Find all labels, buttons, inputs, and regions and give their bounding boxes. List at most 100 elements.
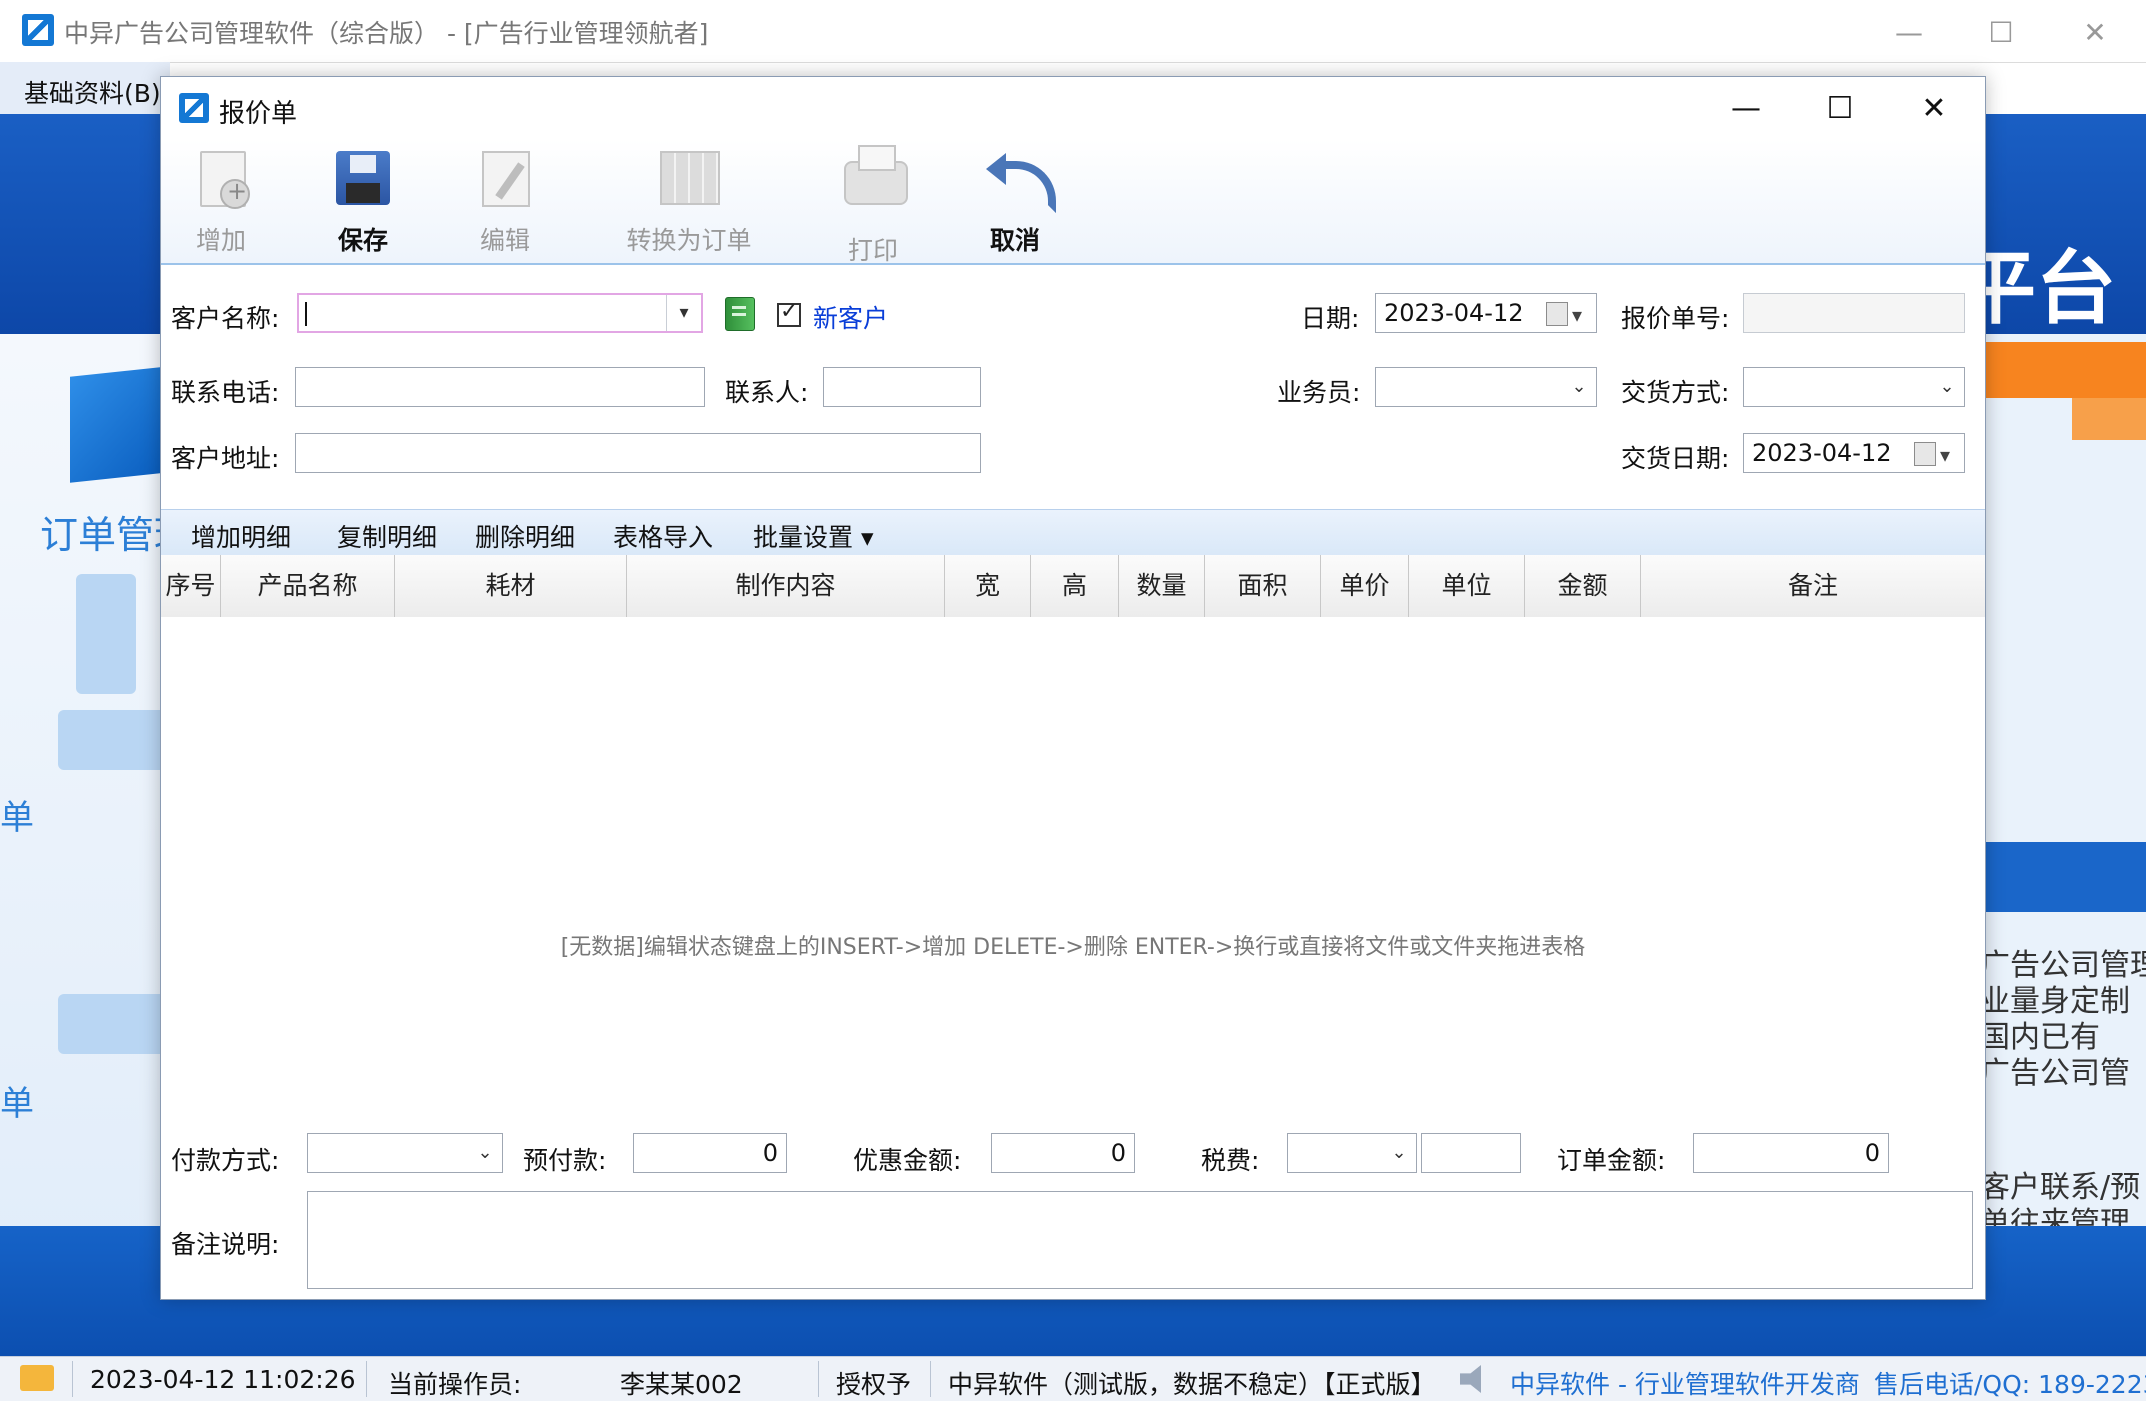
print-button-label: 打印 <box>847 236 898 265</box>
column-header[interactable]: 数量 <box>1119 555 1205 617</box>
print-button[interactable]: 打印 <box>813 145 933 265</box>
quote-number-field <box>1743 293 1965 333</box>
customer-name-combobox[interactable]: ▾ <box>297 293 703 333</box>
discount-field[interactable]: 0 <box>991 1133 1135 1173</box>
phone-label: 联系电话: <box>171 378 280 407</box>
banner-orange-tab <box>2072 398 2146 440</box>
statusbar: 2023-04-12 11:02:26 当前操作员: 李某某002 授权予 中异… <box>0 1356 2146 1401</box>
text-caret <box>305 302 307 326</box>
up-arrow-icon <box>76 574 136 694</box>
side-label: 单 <box>0 798 34 838</box>
column-header[interactable]: 单价 <box>1321 555 1409 617</box>
column-header[interactable]: 产品名称 <box>221 555 395 617</box>
prepay-field[interactable]: 0 <box>633 1133 787 1173</box>
dialog-titlebar: 报价单 — ☐ ✕ <box>161 77 1985 139</box>
menu-basic-data[interactable]: 基础资料(B) <box>24 74 161 110</box>
cancel-button[interactable]: 取消 <box>955 145 1075 259</box>
edit-button[interactable]: 编辑 <box>445 145 565 259</box>
dialog-toolbar: 增加 保存 编辑 转换为订单 打印 取消 <box>161 139 1985 265</box>
column-header[interactable]: 单位 <box>1409 555 1525 617</box>
remark-textarea[interactable] <box>307 1191 1973 1289</box>
delivery-date-label: 交货日期: <box>1621 444 1730 473</box>
right-info-text: 广告公司管 <box>1980 1056 2130 1091</box>
column-header[interactable]: 宽 <box>945 555 1031 617</box>
column-header[interactable]: 制作内容 <box>627 555 945 617</box>
vendor-link[interactable]: 中异软件 - 行业管理软件开发商 <box>1510 1365 1860 1401</box>
cancel-button-label: 取消 <box>989 226 1040 255</box>
column-header[interactable]: 耗材 <box>395 555 627 617</box>
chevron-down-icon[interactable]: ⌄ <box>468 1134 502 1172</box>
chevron-down-icon[interactable]: ⌄ <box>1562 368 1596 406</box>
detail-grid-body[interactable]: [无数据]编辑状态键盘上的INSERT->增加 DELETE->删除 ENTER… <box>161 617 1985 1193</box>
column-header[interactable]: 高 <box>1031 555 1119 617</box>
delivery-date-value: 2023-04-12 <box>1752 439 1892 467</box>
address-label: 客户地址: <box>171 444 280 473</box>
convert-order-icon <box>660 151 720 209</box>
printer-icon <box>844 145 908 219</box>
dialog-minimize-button[interactable]: — <box>1701 83 1791 133</box>
add-button-label: 增加 <box>195 226 246 255</box>
customer-name-label: 客户名称: <box>171 304 280 333</box>
convert-to-order-button[interactable]: 转换为订单 <box>605 145 773 259</box>
remark-label: 备注说明: <box>171 1230 280 1259</box>
customer-book-icon[interactable] <box>725 297 755 331</box>
column-header[interactable]: 序号 <box>161 555 221 617</box>
save-button-label: 保存 <box>337 226 388 255</box>
speaker-icon[interactable] <box>1460 1365 1481 1393</box>
quotation-dialog: 报价单 — ☐ ✕ 增加 保存 编辑 转换为订单 打印 取消 <box>160 76 1986 1300</box>
tax-select[interactable]: ⌄ <box>1287 1133 1417 1173</box>
chevron-down-icon[interactable]: ▾ <box>666 295 701 331</box>
column-header[interactable]: 备注 <box>1641 555 1985 617</box>
copy-detail-button[interactable]: 复制明细 <box>337 518 437 554</box>
status-separator <box>72 1361 73 1397</box>
delivery-method-select[interactable]: ⌄ <box>1743 367 1965 407</box>
save-button[interactable]: 保存 <box>303 145 423 259</box>
date-picker[interactable]: 2023-04-12 <box>1375 293 1597 334</box>
app-logo-icon <box>22 14 54 46</box>
contact-field[interactable] <box>823 367 981 407</box>
edit-button-label: 编辑 <box>479 226 530 255</box>
order-amount-field[interactable]: 0 <box>1693 1133 1889 1173</box>
status-operator-label: 当前操作员: <box>388 1370 522 1399</box>
column-header[interactable]: 金额 <box>1525 555 1641 617</box>
tax-amount-field[interactable] <box>1421 1133 1521 1173</box>
new-customer-checkbox[interactable] <box>777 299 801 327</box>
main-close-button[interactable]: ✕ <box>2050 6 2140 58</box>
calendar-icon[interactable] <box>1546 296 1590 334</box>
phone-field[interactable] <box>295 367 705 407</box>
save-disk-icon <box>334 151 392 209</box>
chevron-down-icon[interactable]: ⌄ <box>1930 368 1964 406</box>
column-header[interactable]: 面积 <box>1205 555 1321 617</box>
dialog-maximize-button[interactable]: ☐ <box>1795 83 1885 133</box>
right-arrow-icon <box>58 994 168 1054</box>
dialog-title: 报价单 <box>219 99 298 129</box>
salesman-select[interactable]: ⌄ <box>1375 367 1597 407</box>
dialog-app-icon <box>179 93 209 123</box>
main-minimize-button[interactable]: — <box>1864 6 1954 58</box>
delivery-date-picker[interactable]: 2023-04-12 <box>1743 433 1965 474</box>
status-license-label: 授权予 <box>836 1370 912 1399</box>
main-window-title: 中异广告公司管理软件（综合版） - [广告行业管理领航者] <box>64 19 709 48</box>
status-separator <box>366 1361 367 1397</box>
prepay-label: 预付款: <box>523 1146 607 1175</box>
address-field[interactable] <box>295 433 981 473</box>
new-customer-label[interactable]: 新客户 <box>813 299 888 335</box>
convert-button-label: 转换为订单 <box>626 226 752 255</box>
delete-detail-button[interactable]: 删除明细 <box>475 518 575 554</box>
payment-method-label: 付款方式: <box>171 1146 280 1175</box>
folder-icon[interactable] <box>20 1365 54 1391</box>
payment-method-select[interactable]: ⌄ <box>307 1133 503 1173</box>
main-maximize-button[interactable]: ☐ <box>1956 6 2046 58</box>
calendar-icon[interactable] <box>1914 436 1958 474</box>
support-contact: 售后电话/QQ: 189-2223 <box>1874 1370 2146 1399</box>
batch-settings-dropdown[interactable]: 批量设置 ▾ <box>753 518 874 554</box>
add-button[interactable]: 增加 <box>161 145 281 259</box>
edit-document-icon <box>476 151 534 209</box>
status-version: 中异软件（测试版，数据不稳定）【正式版】 <box>948 1370 1436 1399</box>
undo-arrow-icon <box>986 151 1056 213</box>
dialog-close-button[interactable]: ✕ <box>1889 83 1979 133</box>
status-datetime: 2023-04-12 11:02:26 <box>90 1365 356 1394</box>
add-detail-button[interactable]: 增加明细 <box>191 518 291 554</box>
import-table-button[interactable]: 表格导入 <box>613 518 713 554</box>
chevron-down-icon[interactable]: ⌄ <box>1382 1134 1416 1172</box>
